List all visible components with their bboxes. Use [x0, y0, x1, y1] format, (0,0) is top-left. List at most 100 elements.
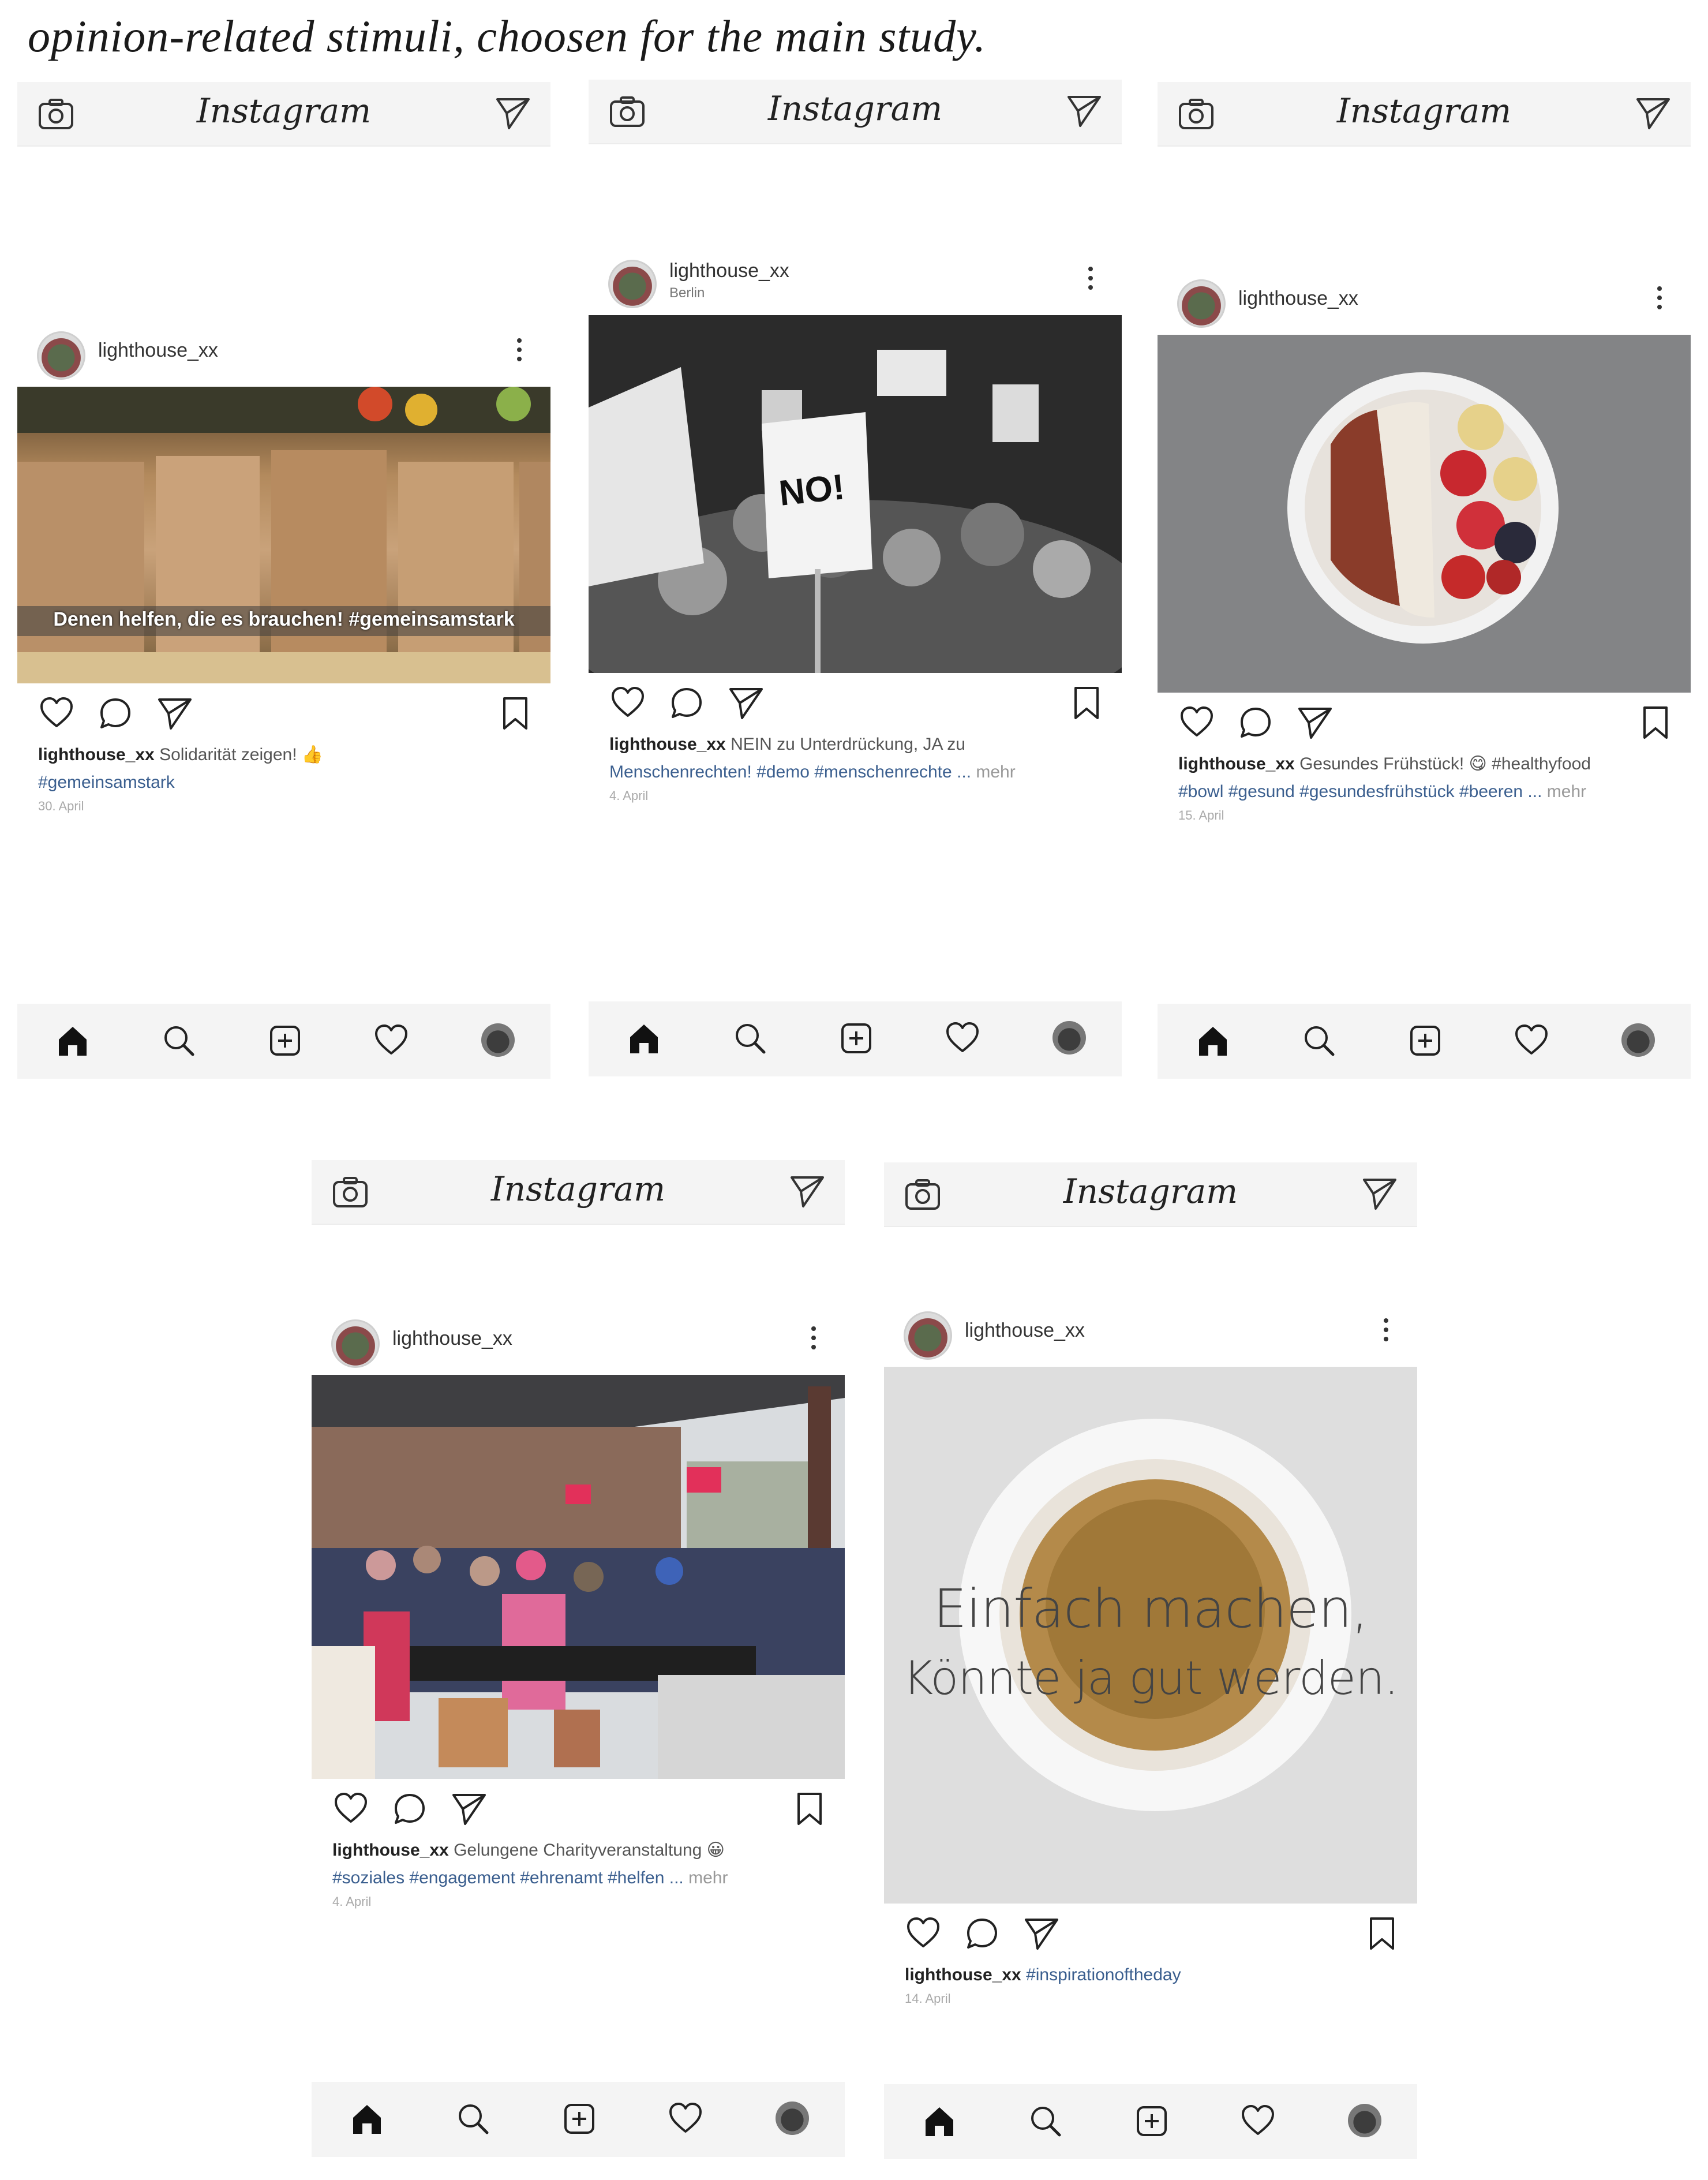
caption-text: Gelungene Charityveranstaltung 😀 [454, 1841, 725, 1860]
post-image[interactable]: NO! [589, 315, 1122, 673]
search-icon[interactable] [733, 1021, 767, 1056]
more-options-icon[interactable] [517, 338, 523, 366]
post-actions [1158, 693, 1691, 750]
avatar[interactable] [331, 1319, 380, 1368]
comment-icon[interactable] [669, 686, 704, 720]
caption-username[interactable]: lighthouse_xx [905, 1965, 1021, 1984]
caption-text: NEIN zu Unterdrückung, JA zu [731, 735, 965, 754]
caption-text: Gesundes Frühstück! 😋 #healthyfood [1299, 754, 1591, 773]
home-icon[interactable] [1196, 1023, 1230, 1058]
add-post-icon[interactable] [839, 1021, 874, 1056]
activity-heart-icon[interactable] [374, 1023, 409, 1056]
activity-heart-icon[interactable] [945, 1021, 980, 1053]
caption-username[interactable]: lighthouse_xx [609, 735, 726, 754]
username[interactable]: lighthouse_xx [98, 339, 218, 362]
bookmark-icon[interactable] [501, 696, 530, 731]
activity-heart-icon[interactable] [1514, 1023, 1549, 1056]
avatar[interactable] [608, 260, 657, 308]
profile-avatar[interactable] [1621, 1023, 1655, 1057]
more-options-icon[interactable] [1384, 1318, 1389, 1346]
phone-screen-1: Instagram lighthouse_xx Denen helfen, di… [17, 82, 550, 1079]
post-header: lighthouse_xx [312, 1311, 845, 1375]
bookmark-icon[interactable] [1072, 686, 1101, 720]
share-icon[interactable] [1024, 1916, 1059, 1952]
comment-icon[interactable] [98, 696, 133, 731]
profile-avatar[interactable] [1052, 1021, 1086, 1055]
comment-icon[interactable] [965, 1916, 999, 1951]
direct-message-icon[interactable] [789, 1174, 825, 1210]
caption-username[interactable]: lighthouse_xx [1178, 754, 1295, 773]
caption-username[interactable]: lighthouse_xx [332, 1841, 449, 1860]
home-icon[interactable] [350, 2102, 384, 2136]
comment-icon[interactable] [1238, 705, 1273, 740]
heart-icon[interactable] [610, 686, 645, 718]
home-icon[interactable] [922, 2104, 957, 2138]
caption-hashtags[interactable]: #soziales #engagement #ehrenamt #helfen … [332, 1868, 684, 1887]
more-options-icon[interactable] [1088, 267, 1094, 294]
heart-icon[interactable] [334, 1792, 368, 1824]
bottom-nav [884, 2084, 1417, 2159]
heart-icon[interactable] [906, 1916, 941, 1949]
caption-hashtags[interactable]: #bowl #gesund #gesundesfrühstück #beeren… [1178, 782, 1542, 801]
heart-icon[interactable] [39, 696, 74, 728]
bookmark-icon[interactable] [1368, 1916, 1396, 1951]
share-icon[interactable] [728, 686, 764, 721]
home-icon[interactable] [627, 1021, 661, 1056]
activity-heart-icon[interactable] [668, 2102, 703, 2134]
share-icon[interactable] [157, 696, 193, 732]
more-link[interactable]: mehr [1547, 782, 1586, 801]
username[interactable]: lighthouse_xx [392, 1328, 512, 1350]
post-image[interactable]: Einfach machen, Könnte ja gut werden. [884, 1367, 1417, 1904]
post-caption: lighthouse_xx Gesundes Frühstück! 😋 #hea… [1158, 750, 1691, 778]
caption-username[interactable]: lighthouse_xx [38, 745, 155, 764]
search-icon[interactable] [1302, 1023, 1336, 1058]
post-location[interactable]: Berlin [669, 285, 705, 301]
username[interactable]: lighthouse_xx [1238, 287, 1358, 310]
profile-avatar[interactable] [481, 1023, 515, 1057]
activity-heart-icon[interactable] [1241, 2104, 1275, 2136]
direct-message-icon[interactable] [1066, 94, 1102, 129]
search-icon[interactable] [456, 2102, 490, 2136]
top-bar: Instagram [17, 82, 550, 147]
add-post-icon[interactable] [1134, 2104, 1169, 2138]
search-icon[interactable] [162, 1023, 196, 1058]
share-icon[interactable] [451, 1792, 487, 1827]
post-actions [884, 1904, 1417, 1961]
post-image[interactable] [312, 1375, 845, 1779]
more-link[interactable]: mehr [688, 1868, 728, 1887]
post-date: 30. April [38, 799, 84, 813]
avatar[interactable] [1177, 279, 1226, 328]
home-icon[interactable] [55, 1023, 90, 1058]
direct-message-icon[interactable] [495, 96, 531, 132]
post-image[interactable] [1158, 335, 1691, 693]
username[interactable]: lighthouse_xx [669, 260, 789, 282]
profile-avatar[interactable] [776, 2102, 809, 2135]
comment-icon[interactable] [392, 1792, 427, 1826]
share-icon[interactable] [1297, 705, 1333, 741]
more-link[interactable]: mehr [976, 762, 1015, 781]
avatar[interactable] [37, 331, 85, 380]
username[interactable]: lighthouse_xx [965, 1319, 1085, 1342]
heart-icon[interactable] [1179, 705, 1214, 738]
add-post-icon[interactable] [1408, 1023, 1443, 1058]
instagram-logo: Instagram [767, 89, 943, 128]
direct-message-icon[interactable] [1635, 96, 1671, 132]
caption-hashtags[interactable]: Menschenrechten! #demo #menschenrechte .… [609, 762, 971, 781]
post-caption-line-2: Menschenrechten! #demo #menschenrechte .… [589, 758, 1122, 786]
profile-avatar[interactable] [1348, 2104, 1381, 2137]
add-post-icon[interactable] [562, 2102, 597, 2136]
caption-hashtags[interactable]: #inspirationoftheday [1026, 1965, 1181, 1984]
direct-message-icon[interactable] [1362, 1176, 1398, 1212]
more-options-icon[interactable] [811, 1326, 817, 1354]
caption-hashtags[interactable]: #gemeinsamstark [17, 769, 550, 797]
add-post-icon[interactable] [268, 1023, 302, 1058]
bookmark-icon[interactable] [795, 1792, 824, 1826]
bookmark-icon[interactable] [1641, 705, 1670, 740]
search-icon[interactable] [1028, 2104, 1063, 2138]
more-options-icon[interactable] [1657, 286, 1663, 314]
post-date: 15. April [1178, 808, 1224, 822]
bottom-nav [589, 1001, 1122, 1076]
avatar[interactable] [904, 1311, 952, 1360]
post-image[interactable]: Denen helfen, die es brauchen! #gemeinsa… [17, 387, 550, 683]
protest-sign-text: NO! [777, 467, 846, 514]
